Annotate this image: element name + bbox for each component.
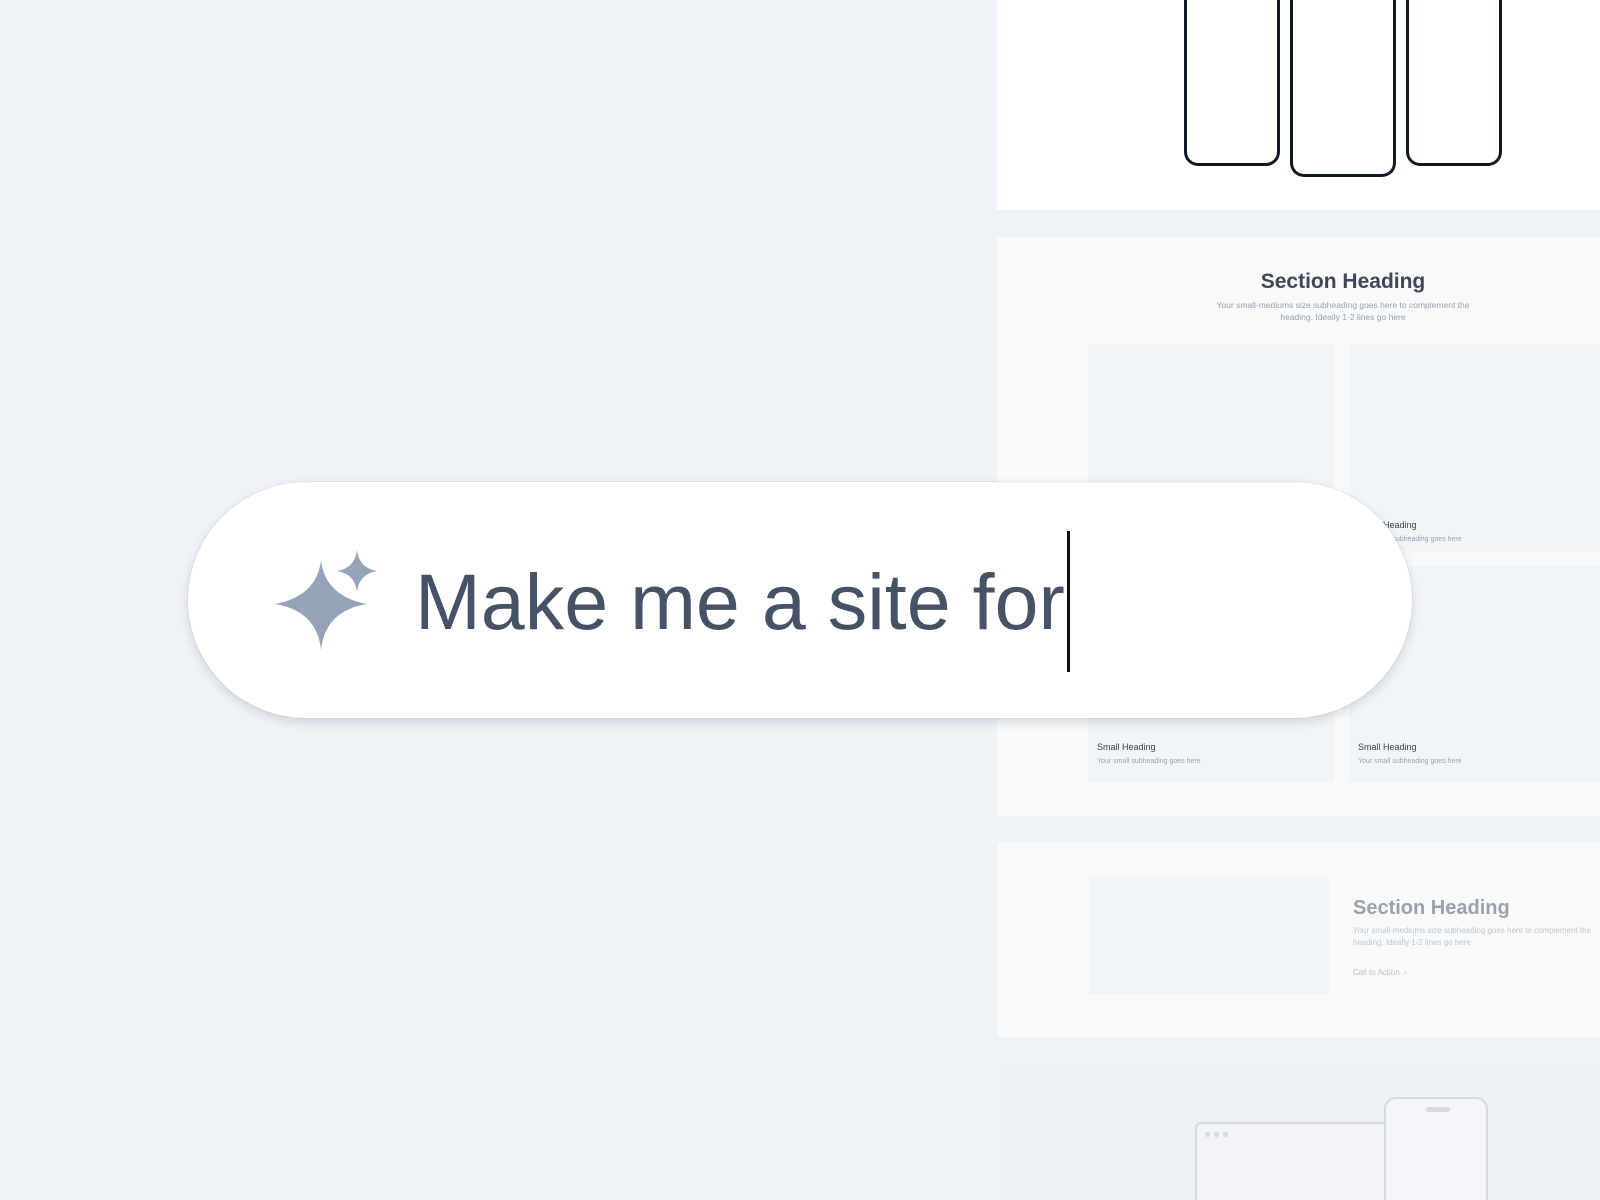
section-heading: Section Heading xyxy=(1260,270,1426,293)
card-heading: Small Heading xyxy=(1358,742,1417,752)
window-dot-icon xyxy=(1223,1132,1228,1137)
prompt-input[interactable]: Make me a site for xyxy=(415,537,1065,667)
section-subheading: Your small-mediums size subheading goes … xyxy=(1216,300,1470,322)
phone-mockup xyxy=(1290,0,1396,177)
call-to-action-link: Call to Action › xyxy=(1353,968,1407,977)
phone-mockup xyxy=(1184,0,1280,166)
window-dot-icon xyxy=(1214,1132,1219,1137)
card-subheading: Your small subheading goes here xyxy=(1358,758,1462,765)
template-preview-devices xyxy=(997,1063,1600,1200)
section-heading: Section Heading xyxy=(1353,897,1510,919)
feature-card: Small Heading Your small subheading goes… xyxy=(1349,344,1600,551)
template-preview-phones xyxy=(997,0,1600,210)
text-cursor xyxy=(1067,531,1070,672)
section-subheading: Your small-mediums size subheading goes … xyxy=(1353,926,1592,947)
sparkle-icon xyxy=(275,550,377,650)
phone-mockup xyxy=(1384,1097,1488,1200)
phone-mockup xyxy=(1406,0,1502,166)
phone-speaker xyxy=(1426,1107,1450,1112)
template-preview-split: Section Heading Your small-mediums size … xyxy=(997,842,1600,1037)
ai-prompt-bar[interactable]: Make me a site for xyxy=(188,482,1412,718)
browser-mockup xyxy=(1195,1122,1391,1200)
card-heading: Small Heading xyxy=(1097,742,1156,752)
cta-label: Call to Action xyxy=(1353,968,1400,977)
window-dot-icon xyxy=(1205,1132,1210,1137)
card-subheading: Your small subheading goes here xyxy=(1097,758,1201,765)
image-placeholder xyxy=(1089,876,1329,994)
chevron-right-icon: › xyxy=(1401,968,1407,977)
